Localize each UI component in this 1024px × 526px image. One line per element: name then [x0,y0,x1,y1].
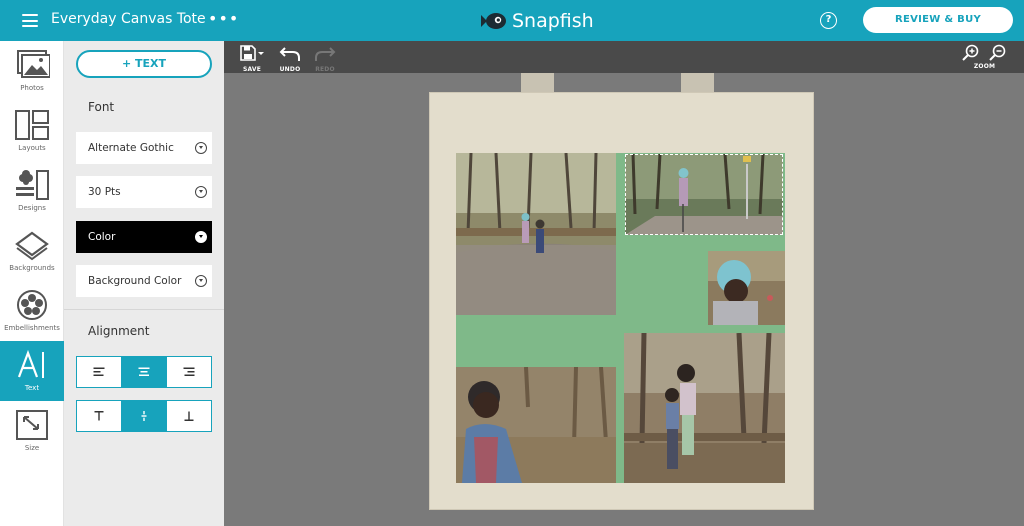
rail-item-size[interactable]: Size [0,401,64,461]
layouts-icon [15,110,49,140]
color-dropdown[interactable]: Color [76,221,212,253]
size-icon [16,410,48,440]
font-size-dropdown[interactable]: 30 Pts [76,176,212,208]
photo-slot-1[interactable] [456,153,616,315]
photo-two-kids-woods [624,333,785,483]
align-left-button[interactable] [77,357,122,387]
panel-divider [64,309,224,310]
rail-label-designs: Designs [18,204,46,212]
rail-label-backgrounds: Backgrounds [9,264,55,272]
redo-label: REDO [315,66,335,73]
designs-icon [16,170,49,200]
vertical-alignment-group [76,400,212,432]
backgrounds-icon [15,231,49,261]
fish-logo-icon [481,13,506,29]
photo-slot-2[interactable] [625,154,783,235]
align-bottom-button[interactable] [167,401,211,431]
font-family-dropdown[interactable]: Alternate Gothic [76,132,212,164]
top-bar: Everyday Canvas Tote ••• Snapfish ? REVI… [0,0,1024,41]
save-button[interactable]: SAVE [240,45,264,73]
align-right-icon [183,367,195,376]
save-icon [240,45,264,61]
rail-label-text: Text [24,384,40,392]
undo-button[interactable]: UNDO [279,45,301,73]
redo-button[interactable]: REDO [314,45,336,73]
text-options-panel: + TEXT Font Alternate Gothic 30 Pts Colo… [64,41,224,526]
align-center-button[interactable] [122,357,167,387]
font-heading: Font [88,100,115,114]
horizontal-alignment-group [76,356,212,388]
align-middle-icon [141,411,147,421]
chevron-down-icon [195,142,207,154]
zoom-controls: ZOOM [962,44,1007,70]
photo-girl-scooter [625,154,783,235]
background-color-label: Background Color [88,275,182,287]
more-options-icon[interactable]: ••• [208,9,239,28]
align-center-icon [138,367,150,376]
align-top-button[interactable] [77,401,122,431]
design-area [456,153,785,483]
photo-smiling-boy [456,367,616,483]
project-title: Everyday Canvas Tote [51,11,206,27]
rail-label-layouts: Layouts [18,144,46,152]
rail-item-photos[interactable]: Photos [0,41,64,101]
photo-slot-4[interactable] [456,367,616,483]
align-top-icon [94,411,104,421]
undo-icon [279,47,300,61]
photo-child-helmet [708,251,785,325]
zoom-in-icon[interactable] [962,44,980,62]
photo-trail-kids [456,153,616,315]
help-icon[interactable]: ? [820,12,837,29]
embellishments-icon [17,290,47,320]
add-text-button[interactable]: + TEXT [76,50,212,78]
rail-item-designs[interactable]: Designs [0,161,64,221]
alignment-heading: Alignment [88,324,150,338]
font-size-value: 30 Pts [88,186,121,198]
zoom-label: ZOOM [973,63,996,70]
photo-slot-5[interactable] [624,333,785,483]
brand-name: Snapfish [512,10,594,32]
redo-icon [315,47,336,61]
chevron-down-icon [195,231,207,243]
align-right-button[interactable] [167,357,211,387]
zoom-out-icon[interactable] [989,44,1007,62]
rail-label-size: Size [24,444,40,452]
snapfish-logo: Snapfish [479,8,594,34]
editor-toolbar: SAVE UNDO REDO ZOOM [224,41,1024,73]
photo-slot-3[interactable] [708,251,785,325]
rail-item-layouts[interactable]: Layouts [0,101,64,161]
font-family-value: Alternate Gothic [88,142,174,154]
chevron-down-icon [195,275,207,287]
review-and-buy-button[interactable]: REVIEW & BUY [863,7,1013,33]
photos-icon [17,50,50,78]
color-label: Color [88,231,116,243]
align-middle-button[interactable] [122,401,167,431]
rail-label-photos: Photos [20,84,44,92]
rail-item-embellishments[interactable]: Embellishments [0,281,64,341]
design-canvas: SAVE UNDO REDO ZOOM [224,41,1024,526]
tool-rail: Photos Layouts Designs Backgrounds Embel… [0,41,64,526]
rail-item-text[interactable]: Text [0,341,64,401]
rail-label-embellishments: Embellishments [4,324,60,332]
background-color-dropdown[interactable]: Background Color [76,265,212,297]
align-bottom-icon [184,411,194,421]
chevron-down-icon [195,186,207,198]
rail-item-backgrounds[interactable]: Backgrounds [0,221,64,281]
undo-label: UNDO [279,66,301,73]
save-label: SAVE [242,66,262,73]
text-icon [17,349,44,378]
align-left-icon [93,367,105,376]
hamburger-menu-icon[interactable] [22,14,38,27]
